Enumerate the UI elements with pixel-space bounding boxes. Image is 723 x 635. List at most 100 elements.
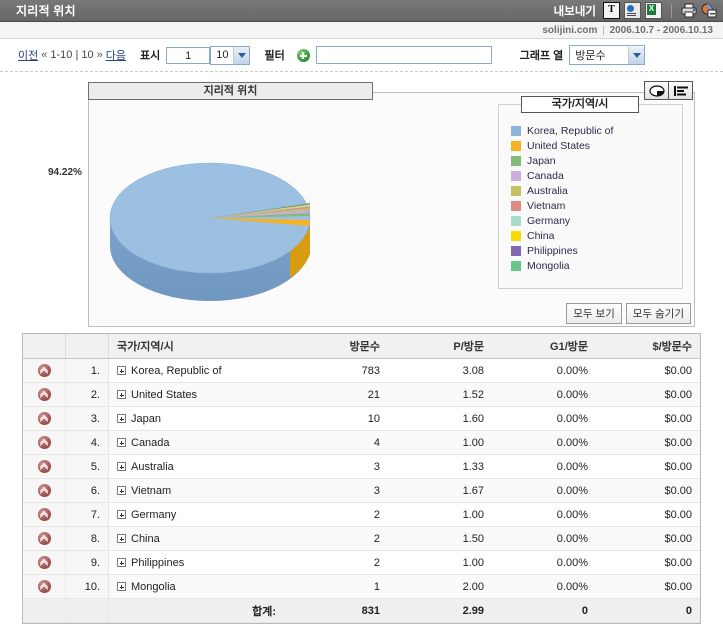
row-visits: 2 <box>284 502 388 527</box>
table-row: 5. Australia 3 1.33 0.00% $0.00 <box>23 454 700 479</box>
column-header-dollars-per-visit[interactable]: $/방문수 <box>596 334 700 359</box>
column-header-g1-per-visit[interactable]: G1/방문 <box>492 334 596 359</box>
add-filter-icon[interactable] <box>296 48 310 62</box>
collapse-row-icon[interactable] <box>37 436 51 449</box>
list-item[interactable]: Japan <box>511 153 682 168</box>
chart-panel: 지리적 위치 94.22% 국가/지역/시 Korea, Republic of… <box>28 81 695 327</box>
legend-label: Canada <box>527 169 564 182</box>
collapse-row-icon[interactable] <box>37 508 51 521</box>
list-item[interactable]: United States <box>511 138 682 153</box>
data-table-container: 국가/지역/시 방문수 P/방문 G1/방문 $/방문수 1. Korea, R… <box>22 333 701 624</box>
expand-row-icon[interactable] <box>117 558 126 568</box>
export-web-icon[interactable] <box>624 2 641 19</box>
legend-items: Korea, Republic of United States Japan C… <box>499 105 682 273</box>
display-count-select[interactable]: 10 <box>210 45 251 65</box>
totals-g1-per-visit: 0 <box>492 598 596 623</box>
legend-label: China <box>527 229 555 242</box>
collapse-row-icon[interactable] <box>37 532 51 545</box>
expand-row-icon[interactable] <box>117 582 126 592</box>
prev-chevron-icon[interactable]: « <box>38 49 50 61</box>
hide-all-button[interactable]: 모두 숨기기 <box>625 303 691 324</box>
collapse-row-icon[interactable] <box>37 484 51 497</box>
display-label: 표시 <box>139 50 161 62</box>
legend-label: Japan <box>527 154 556 167</box>
row-pages-per-visit: 1.00 <box>388 550 492 575</box>
row-action-cell <box>23 478 66 503</box>
table-row: 8. China 2 1.50 0.00% $0.00 <box>23 526 700 551</box>
expand-row-icon[interactable] <box>117 486 126 496</box>
row-dollars-per-visit: $0.00 <box>596 550 700 575</box>
row-name: China <box>131 532 160 545</box>
next-page-link[interactable]: 다음 <box>106 47 126 63</box>
table-body: 1. Korea, Republic of 783 3.08 0.00% $0.… <box>23 358 700 623</box>
legend-swatch <box>511 125 521 136</box>
collapse-row-icon[interactable] <box>37 580 51 593</box>
control-bar: 이전 « 1-10 | 10 » 다음 표시 1 10 필터 그래프 열 방문수 <box>0 39 723 72</box>
chevron-down-icon <box>233 46 250 64</box>
titlebar-actions: 내보내기 T <box>554 2 717 19</box>
expand-row-icon[interactable] <box>117 414 126 424</box>
list-item[interactable]: Mongolia <box>511 258 682 273</box>
row-action-cell <box>23 382 66 407</box>
row-dollars-per-visit: $0.00 <box>596 358 700 383</box>
export-excel-icon[interactable] <box>645 2 662 19</box>
show-all-button[interactable]: 모두 보기 <box>566 303 622 324</box>
collapse-row-icon[interactable] <box>37 556 51 569</box>
table-row: 2. United States 21 1.52 0.00% $0.00 <box>23 382 700 407</box>
list-item[interactable]: China <box>511 228 682 243</box>
row-name-cell: Australia <box>108 454 284 479</box>
row-rank: 7. <box>65 502 109 527</box>
expand-row-icon[interactable] <box>117 510 126 520</box>
row-dollars-per-visit: $0.00 <box>596 454 700 479</box>
collapse-row-icon[interactable] <box>37 388 51 401</box>
expand-row-icon[interactable] <box>117 390 126 400</box>
display-start-input[interactable]: 1 <box>166 46 211 64</box>
pie-main-percentage: 94.22% <box>48 167 82 178</box>
next-chevron-icon[interactable]: » <box>94 49 106 61</box>
table-head: 국가/지역/시 방문수 P/방문 G1/방문 $/방문수 <box>23 334 700 359</box>
collapse-row-icon[interactable] <box>37 412 51 425</box>
list-item[interactable]: Germany <box>511 213 682 228</box>
list-item[interactable]: Canada <box>511 168 682 183</box>
table-row: 7. Germany 2 1.00 0.00% $0.00 <box>23 502 700 527</box>
list-item[interactable]: Vietnam <box>511 198 682 213</box>
filter-input[interactable] <box>315 46 492 64</box>
legend-label: Germany <box>527 214 571 227</box>
table-row: 3. Japan 10 1.60 0.00% $0.00 <box>23 406 700 431</box>
expand-row-icon[interactable] <box>117 366 126 376</box>
expand-row-icon[interactable] <box>117 534 126 544</box>
column-header-name[interactable]: 국가/지역/시 <box>108 334 284 359</box>
legend-swatch <box>511 140 521 151</box>
chart-title: 지리적 위치 <box>88 82 373 100</box>
graph-column-select[interactable]: 방문수 <box>569 45 646 65</box>
legend-label: Vietnam <box>527 199 566 212</box>
legend-swatch <box>511 230 521 241</box>
row-g1-per-visit: 0.00% <box>492 526 596 551</box>
expand-row-icon[interactable] <box>117 438 126 448</box>
list-item[interactable]: Korea, Republic of <box>511 123 682 138</box>
display-count-value: 10 <box>216 49 229 61</box>
date-range: 2006.10.7 - 2006.10.13 <box>609 24 713 36</box>
print-icon[interactable] <box>681 3 697 18</box>
expand-row-icon[interactable] <box>117 462 126 472</box>
column-header-pages-per-visit[interactable]: P/방문 <box>388 334 492 359</box>
collapse-row-icon[interactable] <box>37 364 51 377</box>
pie-chart-icon[interactable] <box>645 82 668 99</box>
row-name: Australia <box>131 460 174 473</box>
row-g1-per-visit: 0.00% <box>492 550 596 575</box>
list-item[interactable]: Philippines <box>511 243 682 258</box>
row-pages-per-visit: 2.00 <box>388 574 492 599</box>
help-icon[interactable] <box>701 3 717 18</box>
row-dollars-per-visit: $0.00 <box>596 430 700 455</box>
bar-chart-icon[interactable] <box>668 82 692 99</box>
collapse-row-icon[interactable] <box>37 460 51 473</box>
legend-swatch <box>511 215 521 226</box>
page-range-label: 1-10 | 10 <box>50 49 94 61</box>
row-name: Vietnam <box>131 484 172 497</box>
prev-page-link[interactable]: 이전 <box>18 47 38 63</box>
list-item[interactable]: Australia <box>511 183 682 198</box>
export-text-icon[interactable]: T <box>603 2 620 19</box>
totals-dollars-per-visit: 0 <box>596 598 700 623</box>
totals-pages-per-visit: 2.99 <box>388 598 492 623</box>
column-header-visits[interactable]: 방문수 <box>284 334 388 359</box>
